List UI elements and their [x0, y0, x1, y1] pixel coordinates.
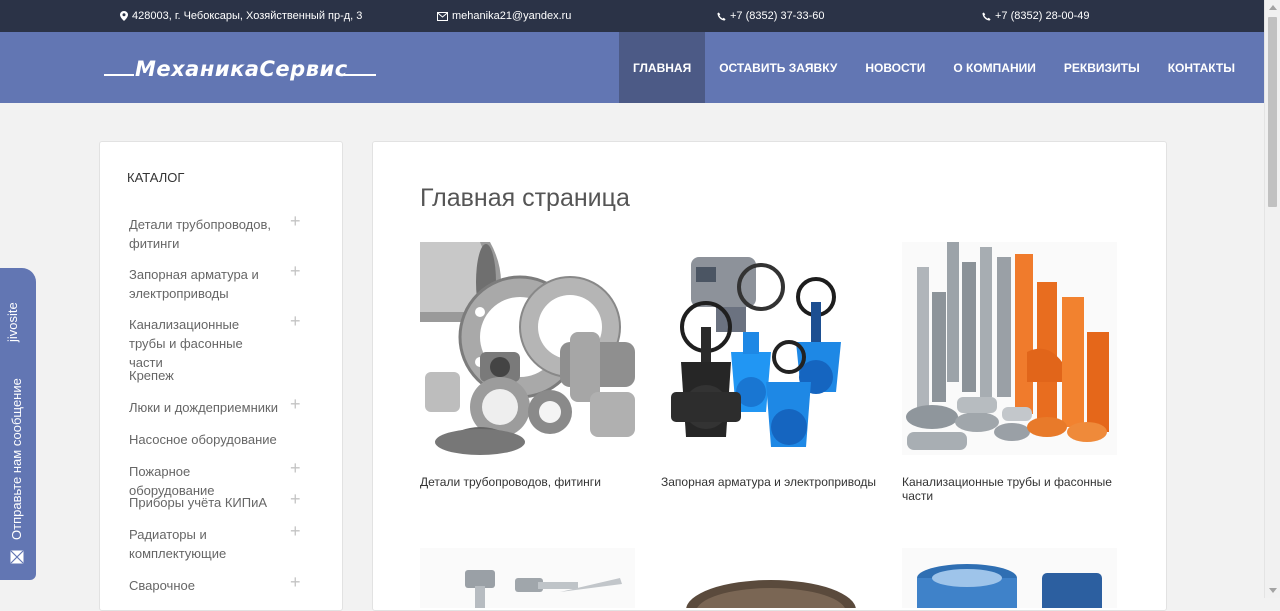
scroll-down-arrow-icon[interactable]: [1269, 588, 1277, 593]
card-caption[interactable]: Канализационные трубы и фасонные части: [902, 475, 1122, 503]
catalog-item-label: Запорная арматура и электроприводы: [129, 267, 259, 301]
nav-home[interactable]: Главная: [619, 32, 706, 103]
manholes-image[interactable]: [661, 548, 876, 608]
catalog-item-label: Насосное оборудование: [129, 432, 277, 447]
jivosite-brand: jivosite: [5, 302, 20, 342]
nav-contacts[interactable]: Контакты: [1154, 32, 1249, 103]
pumps-image[interactable]: [902, 548, 1117, 608]
catalog-item-label: Канализационные трубы и фасонные части: [129, 317, 243, 370]
catalog-item-pumps[interactable]: Насосное оборудование: [129, 430, 329, 449]
catalog-title: Каталог: [127, 170, 185, 185]
expand-plus-icon[interactable]: +: [290, 459, 301, 478]
category-card-fasteners[interactable]: [420, 548, 635, 608]
logo-text: МеханикаСервис: [135, 57, 348, 81]
envelope-icon: [437, 11, 448, 21]
catalog-item-radiators[interactable]: Радиаторы и комплектующие +: [129, 522, 329, 563]
category-card-fittings[interactable]: Детали трубопроводов, фитинги: [420, 242, 635, 489]
logo-graphic: МеханикаСервис: [104, 57, 376, 81]
expand-plus-icon[interactable]: +: [290, 395, 301, 414]
site-header: МеханикаСервис Главная Оставить заявку Н…: [0, 32, 1264, 103]
catalog-item-label: Крепеж: [129, 368, 174, 383]
catalog-item-meters[interactable]: Приборы учёта КИПиА +: [129, 490, 329, 512]
chat-message-prompt[interactable]: Отправьте нам сообщение: [9, 378, 24, 540]
nav-news[interactable]: Новости: [851, 32, 939, 103]
jivosite-chat-tab[interactable]: jivosite Отправьте нам сообщение: [0, 268, 36, 580]
expand-plus-icon[interactable]: +: [290, 262, 301, 281]
catalog-item-pipe-parts[interactable]: Детали трубопроводов, фитинги +: [129, 212, 329, 253]
catalog-item-label: Детали трубопроводов, фитинги: [129, 217, 271, 251]
map-marker-icon: [120, 11, 128, 21]
phone-text-2[interactable]: +7 (8352) 28-00-49: [995, 10, 1089, 22]
expand-plus-icon[interactable]: +: [290, 490, 301, 509]
expand-plus-icon[interactable]: +: [290, 522, 301, 541]
sewer-pipes-image[interactable]: [902, 242, 1117, 455]
phone-icon: [982, 11, 991, 21]
fittings-image[interactable]: [420, 242, 635, 455]
phone-item-1[interactable]: +7 (8352) 37-33-60: [717, 10, 824, 22]
card-caption[interactable]: Запорная арматура и электроприводы: [661, 475, 881, 489]
category-card-sewer[interactable]: Канализационные трубы и фасонные части: [902, 242, 1117, 503]
catalog-item-sewer-pipes[interactable]: Канализационные трубы и фасонные части +: [129, 312, 329, 372]
email-link[interactable]: mehanika21@yandex.ru: [452, 10, 571, 22]
card-caption[interactable]: Детали трубопроводов, фитинги: [420, 475, 640, 489]
main-content: Главная страница Детали трубопроводов, ф…: [372, 141, 1167, 611]
catalog-item-label: Приборы учёта КИПиА: [129, 495, 268, 510]
main-navigation: Главная Оставить заявку Новости О компан…: [619, 32, 1249, 103]
address-text: 428003, г. Чебоксары, Хозяйственный пр-д…: [132, 10, 363, 22]
catalog-item-label: Сварочное: [129, 578, 195, 593]
nav-requisites[interactable]: Реквизиты: [1050, 32, 1154, 103]
catalog-item-valves[interactable]: Запорная арматура и электроприводы +: [129, 262, 329, 303]
address-item: 428003, г. Чебоксары, Хозяйственный пр-д…: [120, 10, 362, 22]
expand-plus-icon[interactable]: +: [290, 573, 301, 592]
catalog-item-welding[interactable]: Сварочное +: [129, 573, 329, 595]
top-info-bar: 428003, г. Чебоксары, Хозяйственный пр-д…: [0, 0, 1264, 32]
phone-text-1[interactable]: +7 (8352) 37-33-60: [730, 10, 824, 22]
category-card-pumps[interactable]: [902, 548, 1117, 608]
category-card-manholes[interactable]: [661, 548, 876, 608]
catalog-item-label: Радиаторы и комплектующие: [129, 527, 227, 561]
expand-plus-icon[interactable]: +: [290, 212, 301, 231]
scroll-thumb[interactable]: [1268, 17, 1277, 207]
envelope-icon: [10, 550, 24, 564]
phone-icon: [717, 11, 726, 21]
phone-item-2[interactable]: +7 (8352) 28-00-49: [982, 10, 1089, 22]
scroll-up-arrow-icon[interactable]: [1269, 5, 1277, 10]
category-card-valves[interactable]: Запорная арматура и электроприводы: [661, 242, 876, 489]
valves-image[interactable]: [661, 242, 876, 455]
nav-about[interactable]: О компании: [939, 32, 1050, 103]
page-scrollbar[interactable]: [1264, 0, 1280, 598]
page-title: Главная страница: [420, 184, 630, 212]
site-logo[interactable]: МеханикаСервис: [104, 52, 376, 84]
nav-request[interactable]: Оставить заявку: [705, 32, 851, 103]
catalog-item-manholes[interactable]: Люки и дождеприемники +: [129, 395, 329, 417]
catalog-sidebar: Каталог Детали трубопроводов, фитинги + …: [99, 141, 343, 611]
catalog-item-label: Люки и дождеприемники: [129, 400, 278, 415]
catalog-item-fasteners[interactable]: Крепеж: [129, 366, 329, 385]
email-item[interactable]: mehanika21@yandex.ru: [437, 10, 571, 22]
expand-plus-icon[interactable]: +: [290, 312, 301, 331]
fasteners-image[interactable]: [420, 548, 635, 608]
